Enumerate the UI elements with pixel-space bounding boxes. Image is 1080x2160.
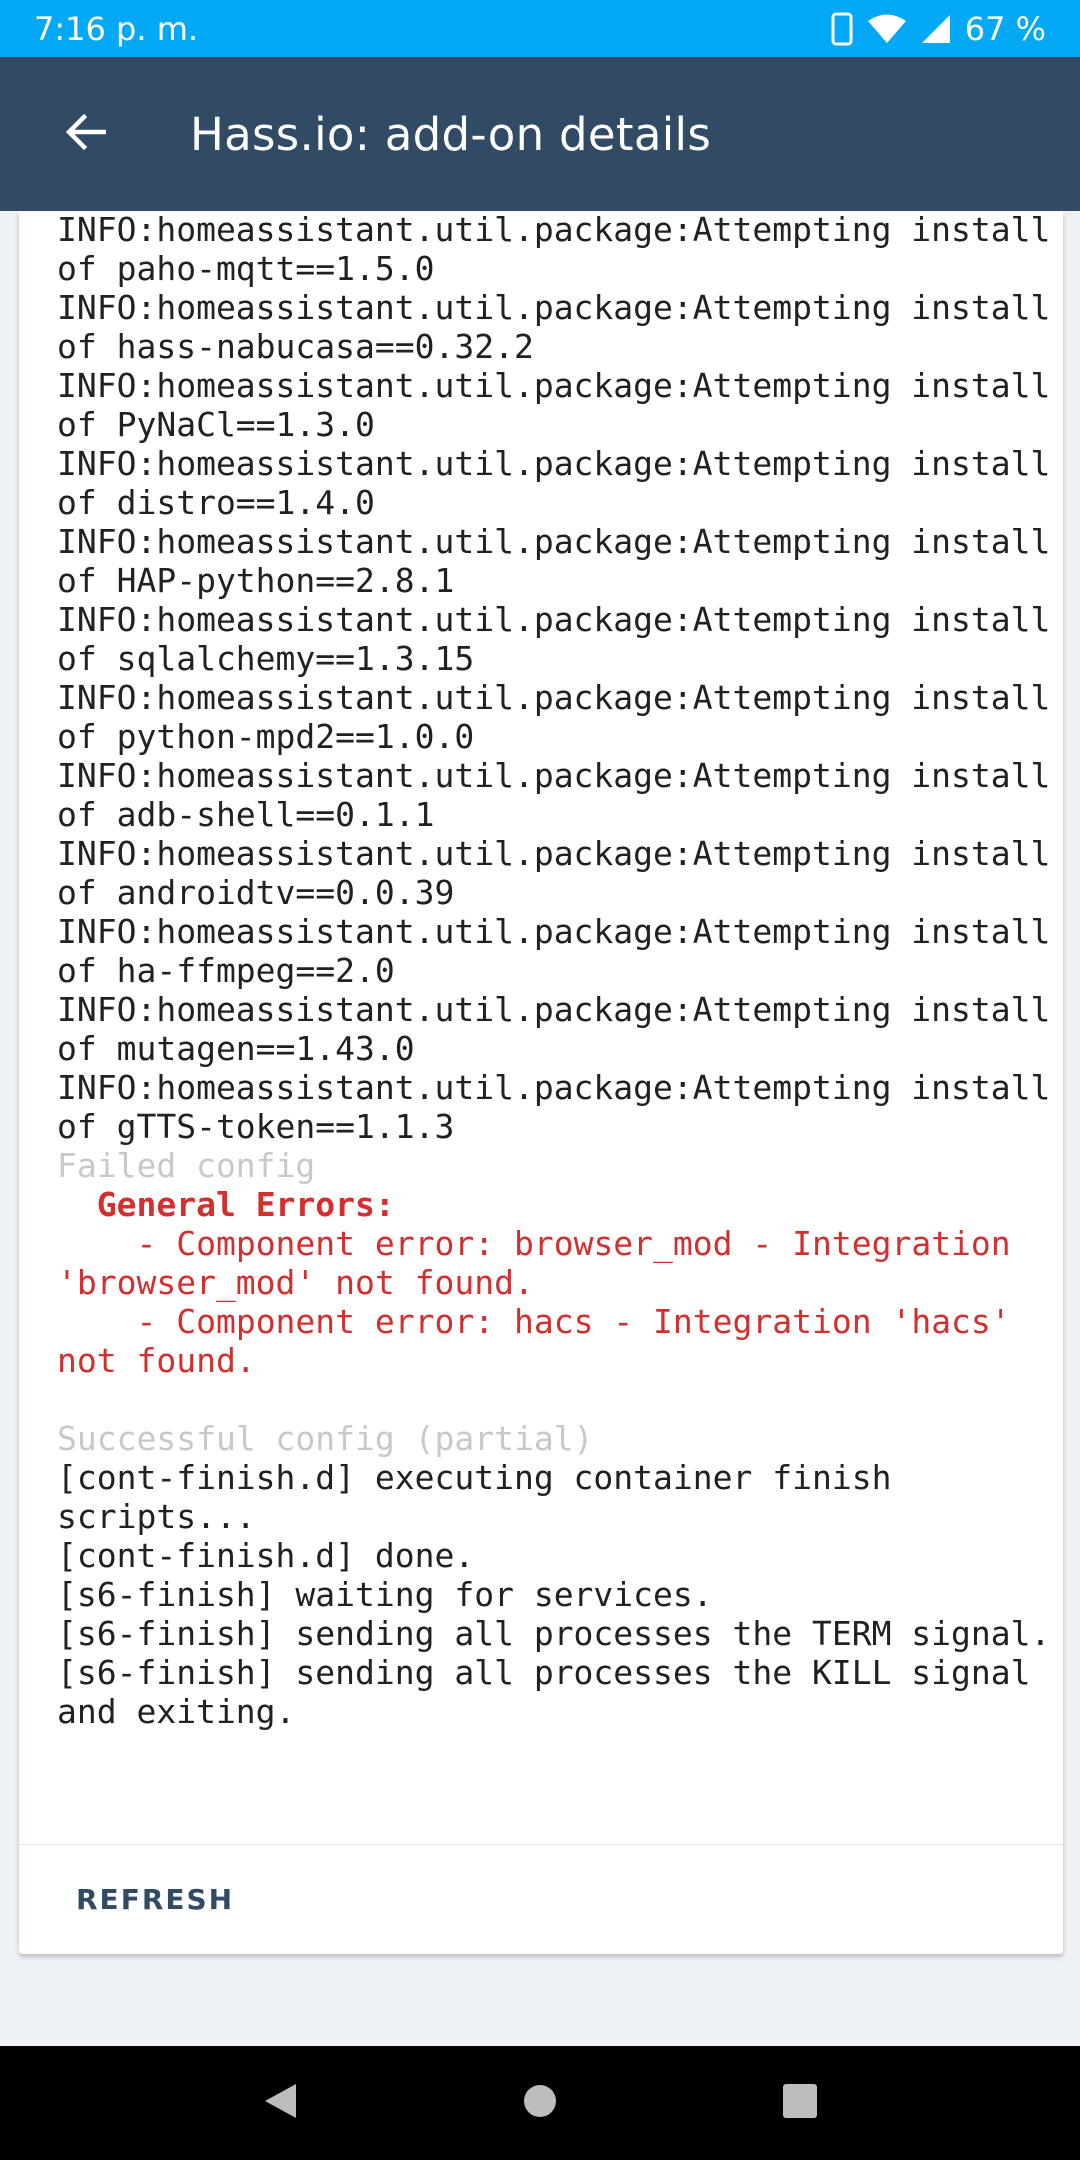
battery-text: 67 % <box>964 9 1046 48</box>
nav-home-button[interactable] <box>495 2058 585 2148</box>
page-title: Hass.io: add-on details <box>190 107 712 161</box>
refresh-button[interactable]: REFRESH <box>57 1869 253 1930</box>
app-bar: Hass.io: add-on details <box>0 57 1080 211</box>
log-line: INFO:homeassistant.util.package:Attempti… <box>57 756 1051 834</box>
log-line: INFO:homeassistant.util.package:Attempti… <box>57 990 1051 1068</box>
nav-recents-button[interactable] <box>755 2058 845 2148</box>
navigation-bar <box>0 2046 1080 2160</box>
status-bar: 7:16 p. m. 67 % <box>0 0 1080 57</box>
card-actions: REFRESH <box>19 1844 1063 1954</box>
phone-icon <box>831 12 853 46</box>
log-output: INFO:homeassistant.util.package:Attempti… <box>57 211 1057 1731</box>
back-button[interactable] <box>44 92 128 176</box>
log-line: [cont-finish.d] executing container fini… <box>57 1458 912 1536</box>
log-line: INFO:homeassistant.util.package:Attempti… <box>57 1068 1051 1146</box>
log-line: [s6-finish] waiting for services. <box>57 1575 713 1614</box>
signal-icon <box>921 14 951 44</box>
log-line: INFO:homeassistant.util.package:Attempti… <box>57 678 1051 756</box>
addon-log-card: INFO:homeassistant.util.package:Attempti… <box>19 211 1063 1954</box>
log-line: Successful config (partial) <box>57 1419 594 1458</box>
nav-back-button[interactable] <box>235 2058 325 2148</box>
log-line: INFO:homeassistant.util.package:Attempti… <box>57 366 1051 444</box>
log-line: Failed config <box>57 1146 316 1185</box>
home-circle-icon <box>522 2083 558 2124</box>
log-line: INFO:homeassistant.util.package:Attempti… <box>57 912 1051 990</box>
log-line: [s6-finish] sending all processes the TE… <box>57 1614 1051 1653</box>
log-line: INFO:homeassistant.util.package:Attempti… <box>57 834 1051 912</box>
status-time: 7:16 p. m. <box>34 9 199 48</box>
log-line: INFO:homeassistant.util.package:Attempti… <box>57 600 1051 678</box>
recents-square-icon <box>782 2083 818 2124</box>
log-line: [cont-finish.d] done. <box>57 1536 475 1575</box>
log-line: General Errors: <box>57 1185 395 1224</box>
log-line: INFO:homeassistant.util.package:Attempti… <box>57 522 1051 600</box>
log-line: - Component error: browser_mod - Integra… <box>57 1224 1031 1302</box>
log-line: - Component error: hacs - Integration 'h… <box>57 1302 1031 1380</box>
wifi-icon <box>867 14 907 44</box>
log-line: INFO:homeassistant.util.package:Attempti… <box>57 288 1051 366</box>
log-line: INFO:homeassistant.util.package:Attempti… <box>57 444 1051 522</box>
arrow-left-icon <box>65 113 107 155</box>
log-line: INFO:homeassistant.util.package:Attempti… <box>57 211 1051 288</box>
log-line: [s6-finish] sending all processes the KI… <box>57 1653 1051 1731</box>
status-icons: 67 % <box>831 10 1046 48</box>
back-triangle-icon <box>262 2082 298 2125</box>
